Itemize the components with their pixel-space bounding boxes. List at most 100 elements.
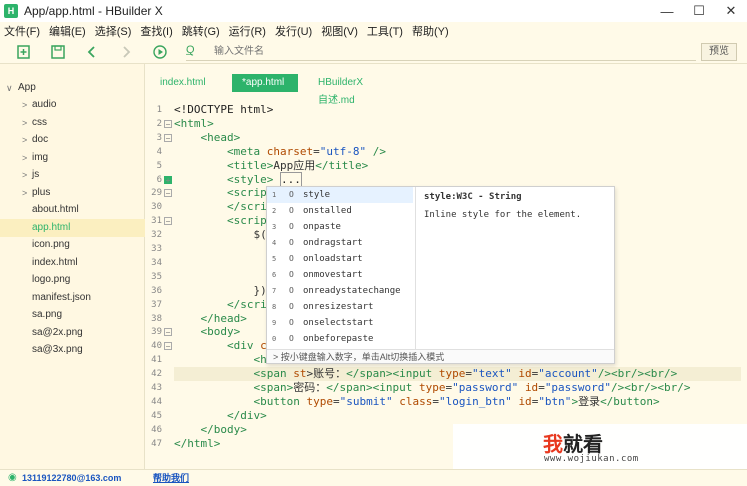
new-file-icon[interactable] (16, 44, 32, 60)
tree-item-css[interactable]: > css (0, 114, 145, 132)
code-line[interactable]: </head> (174, 312, 247, 326)
tree-item-manifest-json[interactable]: manifest.json (0, 289, 145, 307)
menu-file[interactable]: 文件(F) (4, 23, 40, 39)
menu-run[interactable]: 运行(R) (229, 23, 266, 39)
tree-item-index-html[interactable]: index.html (0, 254, 145, 272)
autocomplete-item[interactable]: 0 Oonbeforepaste (267, 331, 413, 347)
tree-item-doc[interactable]: > doc (0, 131, 145, 149)
tree-item-about-html[interactable]: about.html (0, 201, 145, 219)
line-number: 46 (151, 424, 162, 435)
line-number: 47 (151, 438, 162, 449)
tree-item-app[interactable]: ∨ App (0, 79, 145, 97)
tree-item-label: doc (32, 134, 49, 145)
tree-item-audio[interactable]: > audio (0, 96, 145, 114)
forward-arrow-icon[interactable] (118, 44, 134, 60)
code-line[interactable]: <span>密码：</span><input type="password" i… (174, 381, 690, 395)
autocomplete-item[interactable]: 2 Oonstalled (267, 203, 413, 219)
code-line[interactable]: <div cl (174, 339, 273, 353)
code-line[interactable]: <h (174, 353, 266, 367)
autocomplete-item[interactable]: 9 Oonselectstart (267, 315, 413, 331)
tree-item-logo-png[interactable]: logo.png (0, 271, 145, 289)
save-icon[interactable] (50, 44, 66, 60)
tab-hbuilderx-readme[interactable]: HBuilderX自述.md (308, 74, 373, 106)
code-line[interactable]: <html> (174, 117, 214, 131)
fold-collapse-icon[interactable]: − (164, 189, 172, 198)
autocomplete-footer: > 按小键盘输入数字，单击Alt切换插入模式 (267, 349, 614, 363)
tree-item-sa-png[interactable]: sa.png (0, 306, 145, 324)
fold-collapse-icon[interactable]: − (164, 217, 172, 226)
menu-view[interactable]: 视图(V) (321, 23, 358, 39)
menu-select[interactable]: 选择(S) (95, 23, 132, 39)
autocomplete-detail-text: Inline style for the element. (424, 210, 582, 220)
code-line[interactable]: </scrip (174, 298, 273, 312)
tree-item-label: js (32, 169, 40, 180)
fold-collapse-icon[interactable]: − (164, 328, 172, 337)
tree-item-sa3x-png[interactable]: sa@3x.png (0, 341, 145, 359)
autocomplete-item[interactable]: 3 Oonpaste (267, 219, 413, 235)
code-line[interactable]: <button type="submit" class="login_btn" … (174, 395, 659, 409)
code-line[interactable]: <!DOCTYPE html> (174, 103, 273, 117)
fold-collapse-icon[interactable]: − (164, 119, 172, 128)
code-line[interactable]: </div> (174, 409, 267, 423)
help-us-link[interactable]: 帮助我们 (153, 470, 189, 486)
code-line[interactable]: </scrip (174, 200, 273, 214)
maximize-button[interactable]: ☐ (683, 0, 715, 22)
fold-collapse-icon[interactable]: − (164, 133, 172, 142)
account-link[interactable]: 13119122780@163.com (22, 470, 121, 486)
tree-item-img[interactable]: > img (0, 149, 145, 167)
file-search-input[interactable] (214, 44, 614, 59)
autocomplete-item[interactable]: 5 Oonloadstart (267, 251, 413, 267)
item-name: ondragstart (303, 238, 363, 248)
code-line[interactable]: }) (174, 284, 266, 298)
code-line[interactable]: <body> (174, 325, 241, 339)
menu-help[interactable]: 帮助(Y) (412, 23, 449, 39)
code-line[interactable]: <style> ... (174, 171, 302, 187)
tab-index-html[interactable]: index.html (150, 74, 216, 92)
fold-collapse-icon[interactable]: − (164, 342, 172, 351)
run-icon[interactable] (152, 44, 168, 60)
back-arrow-icon[interactable] (84, 44, 100, 60)
item-index: 0 (272, 335, 277, 343)
code-line[interactable]: <head> (174, 131, 241, 145)
line-number: 31 (151, 216, 162, 227)
code-line[interactable]: <title>App应用</title> (174, 159, 368, 173)
menu-edit[interactable]: 编辑(E) (49, 23, 86, 39)
code-line[interactable]: <span st>账号：</span><input type="text" id… (174, 367, 677, 381)
tree-item-plus[interactable]: > plus (0, 184, 145, 202)
property-icon: O (289, 318, 294, 327)
autocomplete-item[interactable]: 6 Oonmovestart (267, 267, 413, 283)
menu-goto[interactable]: 跳转(G) (182, 23, 220, 39)
watermark-title: 我就看 (543, 432, 603, 456)
property-icon: O (289, 270, 294, 279)
autocomplete-item[interactable]: 1 Ostyle (267, 187, 413, 203)
code-line[interactable]: $(d (174, 228, 273, 242)
line-number: 32 (151, 230, 162, 241)
code-line[interactable]: </html> (174, 437, 220, 451)
fold-expand-icon[interactable]: + (164, 175, 172, 184)
close-button[interactable]: ✕ (715, 0, 747, 22)
tab-app-html[interactable]: *app.html (232, 74, 298, 92)
item-index: 7 (272, 287, 277, 295)
code-line[interactable]: <meta charset="utf-8" /> (174, 145, 386, 159)
property-icon: O (289, 222, 294, 231)
tree-item-icon-png[interactable]: icon.png (0, 236, 145, 254)
preview-button[interactable]: 预览 (701, 43, 737, 61)
autocomplete-item[interactable]: 4 Oondragstart (267, 235, 413, 251)
menu-publish[interactable]: 发行(U) (275, 23, 312, 39)
menu-tools[interactable]: 工具(T) (367, 23, 403, 39)
tree-item-sa2x-png[interactable]: sa@2x.png (0, 324, 145, 342)
code-line[interactable]: $ (174, 242, 274, 256)
autocomplete-item[interactable]: 8 Oonresizestart (267, 299, 413, 315)
code-line[interactable]: } (174, 270, 274, 284)
line-number: 36 (151, 285, 162, 296)
tree-item-js[interactable]: > js (0, 166, 145, 184)
minimize-button[interactable]: — (651, 0, 683, 22)
tree-item-label: index.html (32, 257, 78, 268)
line-number: 35 (151, 271, 162, 282)
code-line[interactable]: </body> (174, 423, 247, 437)
item-index: 1 (272, 191, 277, 199)
menu-find[interactable]: 查找(I) (140, 23, 172, 39)
tree-item-app-html[interactable]: app.html (0, 219, 145, 237)
autocomplete-item[interactable]: 7 Oonreadystatechange (267, 283, 413, 299)
code-line[interactable]: <scrip (174, 214, 267, 228)
